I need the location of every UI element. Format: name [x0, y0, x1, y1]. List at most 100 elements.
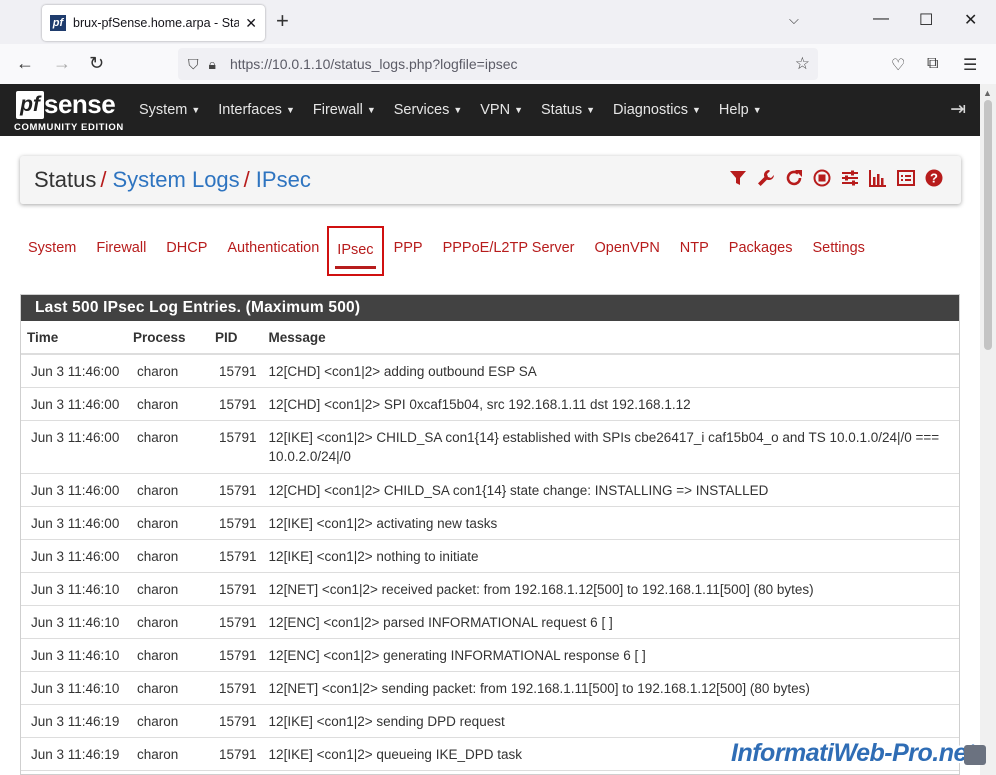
filter-icon[interactable] — [727, 169, 749, 192]
breadcrumb-separator: / — [243, 167, 250, 192]
watermark: InformatiWeb-Pro.net — [731, 739, 975, 767]
cell-message: 12[CHD] <con1|2> CHILD_SA con1{14} state… — [262, 473, 959, 507]
chart-icon[interactable] — [867, 169, 889, 192]
menu-system[interactable]: System ▼ — [139, 102, 200, 118]
menu-icon[interactable]: ☰ — [963, 55, 977, 75]
cell-process: charon — [127, 420, 209, 474]
cell-time: Jun 3 11:46:00 — [21, 354, 127, 388]
minimize-icon[interactable]: — — [873, 10, 889, 28]
list-tabs-icon[interactable]: ⌵ — [789, 12, 799, 28]
cell-time: Jun 3 11:46:00 — [21, 420, 127, 474]
watermark-computer-icon — [964, 745, 986, 765]
menu-status[interactable]: Status ▼ — [541, 102, 595, 118]
breadcrumb-system-logs[interactable]: System Logs — [113, 167, 240, 192]
menu-label: Status — [541, 102, 583, 118]
tab-ipsec[interactable]: IPsec — [327, 226, 384, 276]
cell-pid: 15791 — [209, 671, 263, 705]
back-icon[interactable]: ← — [16, 53, 34, 73]
table-row: Jun 3 11:46:00 charon 15791 12[IKE] <con1|2… — [21, 420, 959, 474]
cell-process: charon — [127, 671, 209, 705]
menu-label: System — [139, 102, 188, 118]
cell-pid: 15791 — [209, 572, 263, 606]
url-bar[interactable]: ⛉ 🔒︎ https://10.0.1.10/status_logs.php?l… — [178, 48, 818, 80]
cell-message: 12[IKE] <con1|2> activating new tasks — [262, 506, 959, 540]
breadcrumb: Status / System Logs / IPsec ? — [20, 156, 961, 204]
sliders-icon[interactable] — [839, 169, 861, 192]
wrench-icon[interactable] — [755, 169, 777, 192]
menu-diagnostics[interactable]: Diagnostics ▼ — [613, 102, 701, 118]
list-icon[interactable] — [895, 169, 917, 192]
tab-settings[interactable]: Settings — [812, 234, 864, 282]
browser-tab[interactable]: pf brux-pfSense.home.arpa - Status ✕ — [42, 5, 265, 41]
help-icon[interactable]: ? — [923, 169, 945, 192]
menu-vpn[interactable]: VPN ▼ — [480, 102, 523, 118]
logo-sense: sense — [44, 89, 116, 119]
scroll-up-icon[interactable]: ▲ — [983, 88, 992, 98]
menu-help[interactable]: Help ▼ — [719, 102, 762, 118]
tab-authentication[interactable]: Authentication — [227, 234, 319, 282]
cell-process: charon — [127, 506, 209, 540]
tab-firewall[interactable]: Firewall — [96, 234, 146, 282]
cell-time: Jun 3 11:46:00 — [21, 387, 127, 421]
column-header-time: Time — [21, 321, 127, 355]
column-header-pid: PID — [209, 321, 263, 355]
pfsense-logo[interactable]: pf sense COMMUNITY EDITION — [14, 89, 124, 133]
tab-ntp[interactable]: NTP — [680, 234, 709, 282]
refresh-icon[interactable] — [783, 169, 805, 192]
table-row: Jun 3 11:46:00 charon 15791 12[CHD] <con1|2… — [21, 387, 959, 421]
breadcrumb-ipsec[interactable]: IPsec — [256, 167, 311, 192]
caret-down-icon: ▼ — [191, 105, 201, 115]
cell-time: Jun 3 11:46:19 — [21, 737, 127, 771]
menu-interfaces[interactable]: Interfaces ▼ — [218, 102, 295, 118]
svg-text:?: ? — [930, 171, 938, 186]
logout-icon[interactable]: ⇥ — [950, 98, 966, 121]
tab-packages[interactable]: Packages — [729, 234, 793, 282]
url-text[interactable]: https://10.0.1.10/status_logs.php?logfil… — [230, 56, 518, 72]
scrollbar-thumb[interactable] — [984, 100, 992, 350]
shield-icon[interactable]: ⛉ — [188, 56, 199, 73]
caret-down-icon: ▼ — [285, 105, 295, 115]
column-header-message: Message — [262, 321, 959, 355]
cell-pid: 15791 — [209, 354, 263, 388]
bookmark-star-icon[interactable]: ☆ — [795, 54, 810, 74]
cell-time: Jun 3 11:46:10 — [21, 605, 127, 639]
menu-firewall[interactable]: Firewall ▼ — [313, 102, 376, 118]
cell-process: charon — [127, 638, 209, 672]
cell-message: 12[ENC] <con1|2> generating INFORMATIONA… — [262, 638, 959, 672]
close-window-icon[interactable]: ✕ — [964, 10, 977, 30]
log-table-body: Jun 3 11:46:00 charon 15791 12[CHD] <con1|2… — [21, 354, 959, 771]
tab-dhcp[interactable]: DHCP — [166, 234, 207, 282]
menu-label: Firewall — [312, 102, 363, 118]
cell-process: charon — [127, 704, 209, 738]
extensions-icon[interactable]: ⧉ — [927, 55, 938, 73]
stop-icon[interactable] — [811, 169, 833, 192]
tab-openvpn[interactable]: OpenVPN — [595, 234, 660, 282]
tab-ppp[interactable]: PPP — [394, 234, 423, 282]
cell-process: charon — [127, 473, 209, 507]
menu-services[interactable]: Services ▼ — [394, 102, 463, 118]
cell-time: Jun 3 11:46:10 — [21, 638, 127, 672]
cell-process: charon — [127, 387, 209, 421]
table-row: Jun 3 11:46:19 charon 15791 12[IKE] <con1|2… — [21, 704, 959, 738]
cell-pid: 15791 — [209, 638, 263, 672]
maximize-icon[interactable]: ☐ — [919, 10, 933, 30]
column-header-process: Process — [127, 321, 209, 355]
tab-pppoe-l2tp-server[interactable]: PPPoE/L2TP Server — [443, 234, 575, 282]
pocket-icon[interactable]: ♡ — [891, 55, 905, 75]
tab-system[interactable]: System — [28, 234, 76, 282]
lock-icon[interactable]: 🔒︎ — [209, 56, 216, 73]
reload-icon[interactable]: ↻ — [89, 53, 104, 73]
main-menu: System ▼ Interfaces ▼ Firewall ▼ Services ▼ … — [139, 84, 780, 136]
close-tab-icon[interactable]: ✕ — [245, 15, 257, 32]
cell-message: 12[ENC] <con1|2> parsed INFORMATIONAL re… — [262, 605, 959, 639]
cell-message: 12[IKE] <con1|2> sending DPD request — [262, 704, 959, 738]
menu-label: Services — [393, 102, 450, 118]
new-tab-icon[interactable]: + — [276, 10, 289, 32]
table-row: Jun 3 11:46:10 charon 15791 12[ENC] <con1|2… — [21, 638, 959, 672]
cell-time: Jun 3 11:46:10 — [21, 671, 127, 705]
cell-pid: 15791 — [209, 387, 263, 421]
cell-process: charon — [127, 572, 209, 606]
cell-time: Jun 3 11:46:00 — [21, 539, 127, 573]
forward-icon[interactable]: → — [53, 53, 71, 73]
page-content: Status / System Logs / IPsec ? System Fi… — [0, 136, 980, 775]
